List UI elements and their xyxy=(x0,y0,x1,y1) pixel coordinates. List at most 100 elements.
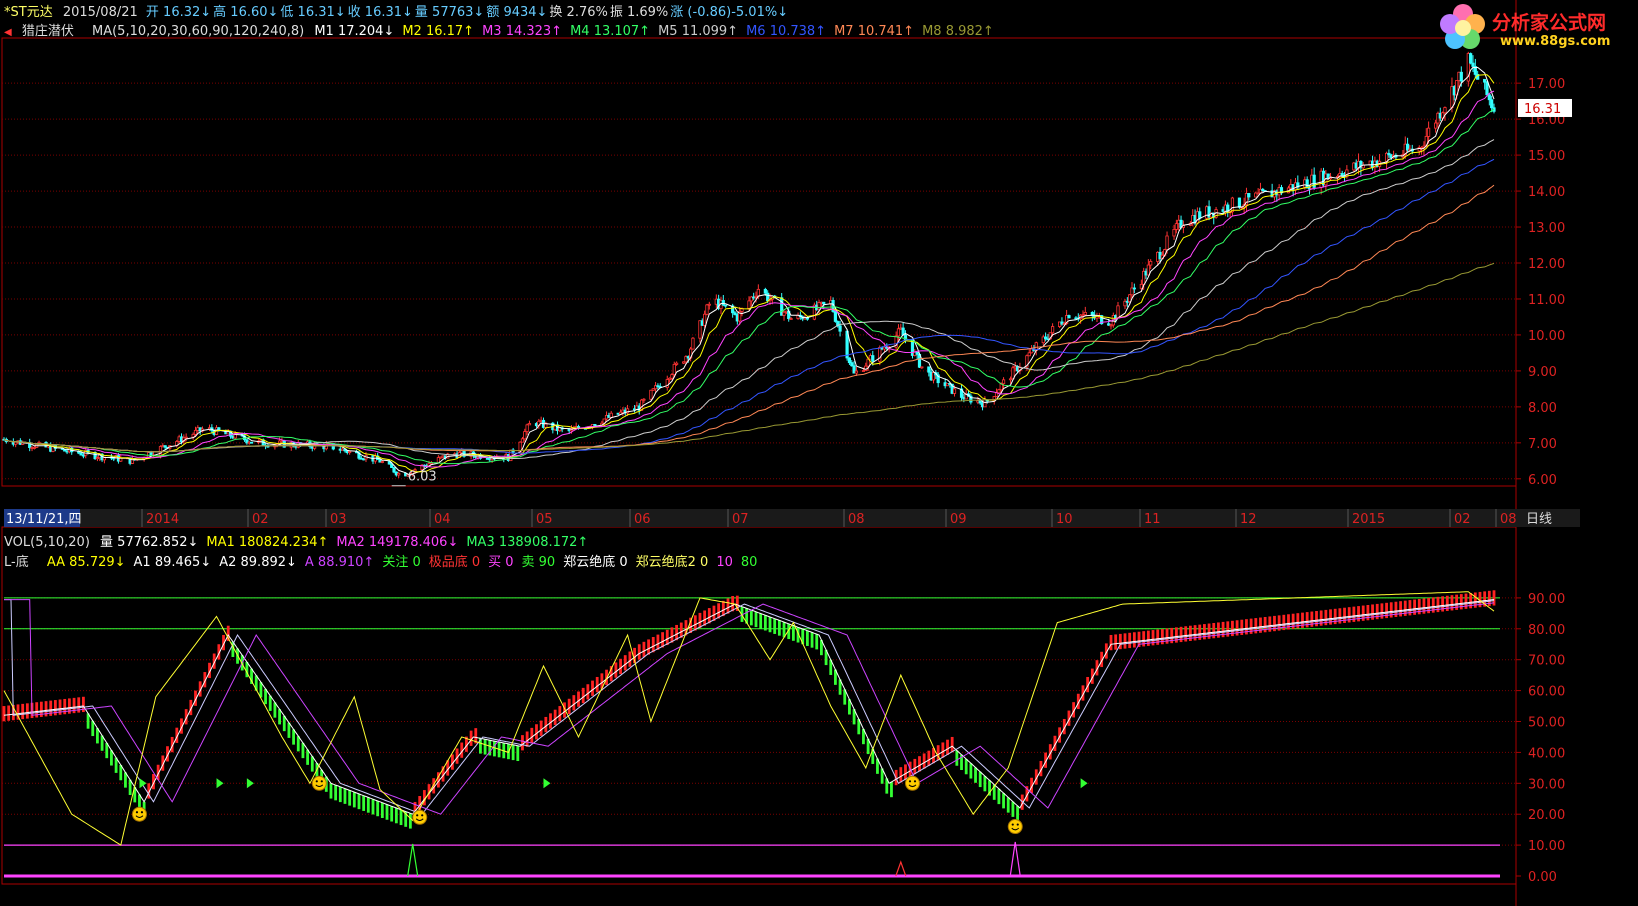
smile-marker-icon-4 xyxy=(1007,819,1023,835)
candle-body-350 xyxy=(1146,264,1150,276)
vol-item-3: MA3 138908.172↑ xyxy=(466,535,589,550)
indicator-legend: L-底 AA 85.729↓ A1 89.465↓ A2 89.892↓ A 88.9… xyxy=(4,551,771,570)
current-price-label: 16.31 xyxy=(1524,102,1561,117)
smile-marker-icon-1 xyxy=(311,775,327,791)
ind-bar-133 xyxy=(623,655,627,671)
ind-tick-label-1: 10.00 xyxy=(1528,839,1565,854)
ind-bar-131 xyxy=(614,662,618,678)
ma-items: M1 17.204↓ M2 16.17↑ M3 14.323↑ M4 13.107↑ M… xyxy=(314,24,1001,39)
ma-item-6: M7 10.741↑ xyxy=(834,24,915,39)
candle-body-214 xyxy=(703,313,707,326)
ind-bar-70 xyxy=(329,783,333,799)
candle-body-376 xyxy=(1230,197,1235,213)
buy-arrow-icon-4 xyxy=(1080,778,1088,789)
ind-bar-122 xyxy=(572,695,576,711)
candle-body-441 xyxy=(1443,107,1447,114)
ind-bar-161 xyxy=(754,611,758,628)
price-panel-frame xyxy=(1,37,1517,487)
vol-legend: VOL(5,10,20) 量 57762.852↓ MA1 180824.234↑… xyxy=(4,531,602,550)
ind-bar-82 xyxy=(385,804,389,820)
ma-line-M2 xyxy=(3,74,1495,473)
ind-tick-label-0: 0.00 xyxy=(1528,870,1557,885)
vol-params: VOL(5,10,20) xyxy=(4,535,90,550)
ind-bar-164 xyxy=(768,616,772,633)
smile-eye-l-4 xyxy=(1011,823,1014,826)
quote-item-3: 收 16.31↓ xyxy=(347,5,413,20)
candle-body-344 xyxy=(1128,294,1132,302)
ind-bar-85 xyxy=(399,809,403,826)
ind-bar-197 xyxy=(922,753,926,769)
ind-bar-174 xyxy=(815,634,819,650)
candle-body-160 xyxy=(525,424,529,432)
ind-bar-81 xyxy=(380,802,384,818)
ind-bar-142 xyxy=(665,629,669,646)
ind-item-8: 郑云绝底 0 xyxy=(563,555,628,570)
ind-tick-label-3: 30.00 xyxy=(1528,777,1565,792)
price-tick-label-3: 9.00 xyxy=(1528,365,1557,380)
ind-tick-label-7: 70.00 xyxy=(1528,654,1565,669)
candle-body-216 xyxy=(707,303,711,306)
candle-body-437 xyxy=(1434,122,1438,129)
ind-item-9: 郑云绝底2 0 xyxy=(635,555,709,570)
candle-body-211 xyxy=(691,337,695,350)
ind-bar-148 xyxy=(693,615,697,631)
indicator-name[interactable]: 猎庄潜伏 xyxy=(22,24,74,39)
vol-item-1: MA1 180824.234↑ xyxy=(206,535,329,550)
ind-bar-173 xyxy=(810,632,814,648)
candle-body-264 xyxy=(866,358,870,367)
candle-body-186 xyxy=(609,412,613,418)
date-label-9: 10 xyxy=(1056,512,1073,527)
ind-bar-78 xyxy=(366,797,370,813)
ind-tick-label-9: 90.00 xyxy=(1528,592,1565,607)
ind-bar-195 xyxy=(913,758,917,775)
ind-bar-207 xyxy=(969,763,973,779)
ind-bar-240 xyxy=(1123,633,1127,649)
ind-bar-87 xyxy=(408,813,412,829)
price-tick-label-9: 15.00 xyxy=(1528,149,1565,164)
ind-bar-154 xyxy=(721,600,725,617)
ind-bar-110 xyxy=(516,745,520,762)
ind-bar-217 xyxy=(1016,805,1019,822)
date-label-0: 2014 xyxy=(146,512,179,527)
ind-bar-72 xyxy=(338,786,342,803)
ind-bar-61 xyxy=(287,722,291,738)
ind-tick-label-6: 60.00 xyxy=(1528,685,1565,700)
ma-item-5: M6 10.738↑ xyxy=(746,24,827,39)
quote-item-2: 低 16.31↓ xyxy=(280,5,346,20)
smile-eye-l-1 xyxy=(315,780,318,783)
ind-bar-193 xyxy=(904,764,907,780)
ind-item-1: A1 89.465↓ xyxy=(133,555,212,570)
date-label-6: 07 xyxy=(732,512,749,527)
price-tick-label-4: 10.00 xyxy=(1528,329,1565,344)
candle-body-220 xyxy=(721,300,725,306)
ind-bar-165 xyxy=(773,618,777,634)
candle-body-273 xyxy=(896,328,901,337)
candle-body-58 xyxy=(193,429,198,435)
ind-bar-115 xyxy=(539,720,543,736)
ind-bar-241 xyxy=(1128,632,1132,649)
candle-body-448 xyxy=(1469,53,1473,64)
ind-bar-118 xyxy=(553,709,557,725)
ind-bar-114 xyxy=(535,724,538,740)
candle-body-453 xyxy=(1485,81,1489,96)
ind-bar-66 xyxy=(310,756,314,772)
site-logo: 分析家公式网 www.88gs.com xyxy=(1438,2,1630,52)
ind-bar-71 xyxy=(334,785,338,801)
chart-canvas: 6.00 7.00 8.00 9.00 10.00 11.00 12.00 13.00 14.0… xyxy=(1,0,1580,906)
ind-bar-150 xyxy=(703,610,707,626)
quote-item-8: 涨 (-0.86)-5.01%↓ xyxy=(670,5,789,20)
candle-body-251 xyxy=(822,301,826,305)
ind-bar-77 xyxy=(362,795,366,811)
candle-body-455 xyxy=(1490,99,1494,109)
ind-bar-214 xyxy=(1002,793,1005,809)
candle-body-341 xyxy=(1116,305,1120,319)
ma-item-4: M5 11.099↑ xyxy=(658,24,739,39)
ind-bar-198 xyxy=(927,750,931,766)
candle-body-381 xyxy=(1247,192,1251,198)
ind-bar-60 xyxy=(282,715,286,732)
ind-bar-216 xyxy=(1011,801,1015,817)
candle-body-449 xyxy=(1471,62,1475,67)
smile-marker-icon-3 xyxy=(904,775,920,791)
date-label-5: 06 xyxy=(634,512,651,527)
ind-bar-123 xyxy=(577,691,580,707)
